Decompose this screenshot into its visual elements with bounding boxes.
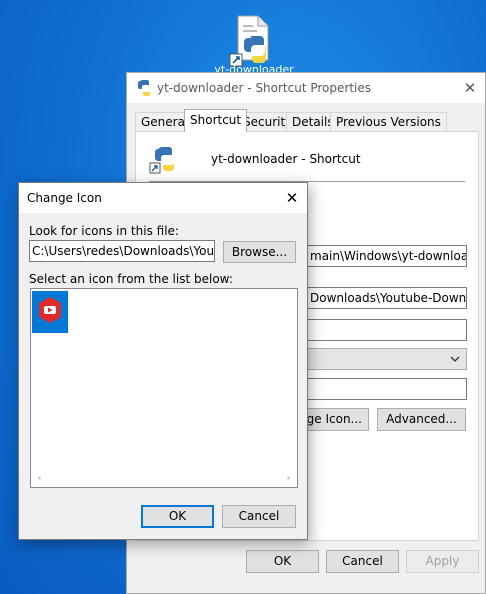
horizontal-scrollbar[interactable]: ‹ › [32,471,296,486]
cancel-button[interactable]: Cancel [326,550,399,573]
target-field[interactable]: main\Windows\yt-downloader.py [307,245,467,267]
apply-button[interactable]: Apply [406,550,479,573]
comment-field[interactable] [307,378,467,400]
scroll-right-icon[interactable]: › [281,471,296,486]
close-icon[interactable]: ✕ [277,183,307,213]
youtube-icon[interactable] [32,291,68,333]
change-icon-dialog: Change Icon ✕ Look for icons in this fil… [18,182,308,540]
start-in-field[interactable]: Downloads\Youtube-Downloader [307,287,467,309]
chevron-down-icon [449,353,461,368]
look-for-icons-label: Look for icons in this file: [29,224,179,238]
dialog-title: Change Icon [27,191,102,205]
run-select[interactable] [307,348,467,370]
tab-previous-versions[interactable]: Previous Versions [330,112,447,131]
icon-file-path-input[interactable]: C:\Users\redes\Downloads\Youtube- [29,240,215,262]
python-icon [135,79,153,97]
browse-button[interactable]: Browse... [223,241,296,263]
icon-list[interactable]: ‹ › [30,288,298,488]
python-shortcut-icon [149,144,179,174]
dialog-ok-button[interactable]: OK [141,505,214,528]
python-file-shortcut-icon[interactable] [228,14,278,70]
properties-window-title: yt-downloader - Shortcut Properties [157,81,372,95]
select-icon-label: Select an icon from the list below: [29,272,233,286]
dialog-titlebar[interactable]: Change Icon ✕ [19,183,307,213]
close-icon[interactable]: ✕ [455,73,485,103]
ok-button[interactable]: OK [246,550,319,573]
desktop-icon-label: yt-downloader [214,64,294,72]
dialog-cancel-button[interactable]: Cancel [222,505,296,528]
properties-titlebar[interactable]: yt-downloader - Shortcut Properties ✕ [127,73,485,103]
shortcut-name: yt-downloader - Shortcut [211,152,361,166]
shortcut-key-field[interactable] [307,319,467,341]
advanced-button[interactable]: Advanced... [377,408,466,431]
scroll-left-icon[interactable]: ‹ [32,471,47,486]
tab-shortcut[interactable]: Shortcut [184,109,248,132]
